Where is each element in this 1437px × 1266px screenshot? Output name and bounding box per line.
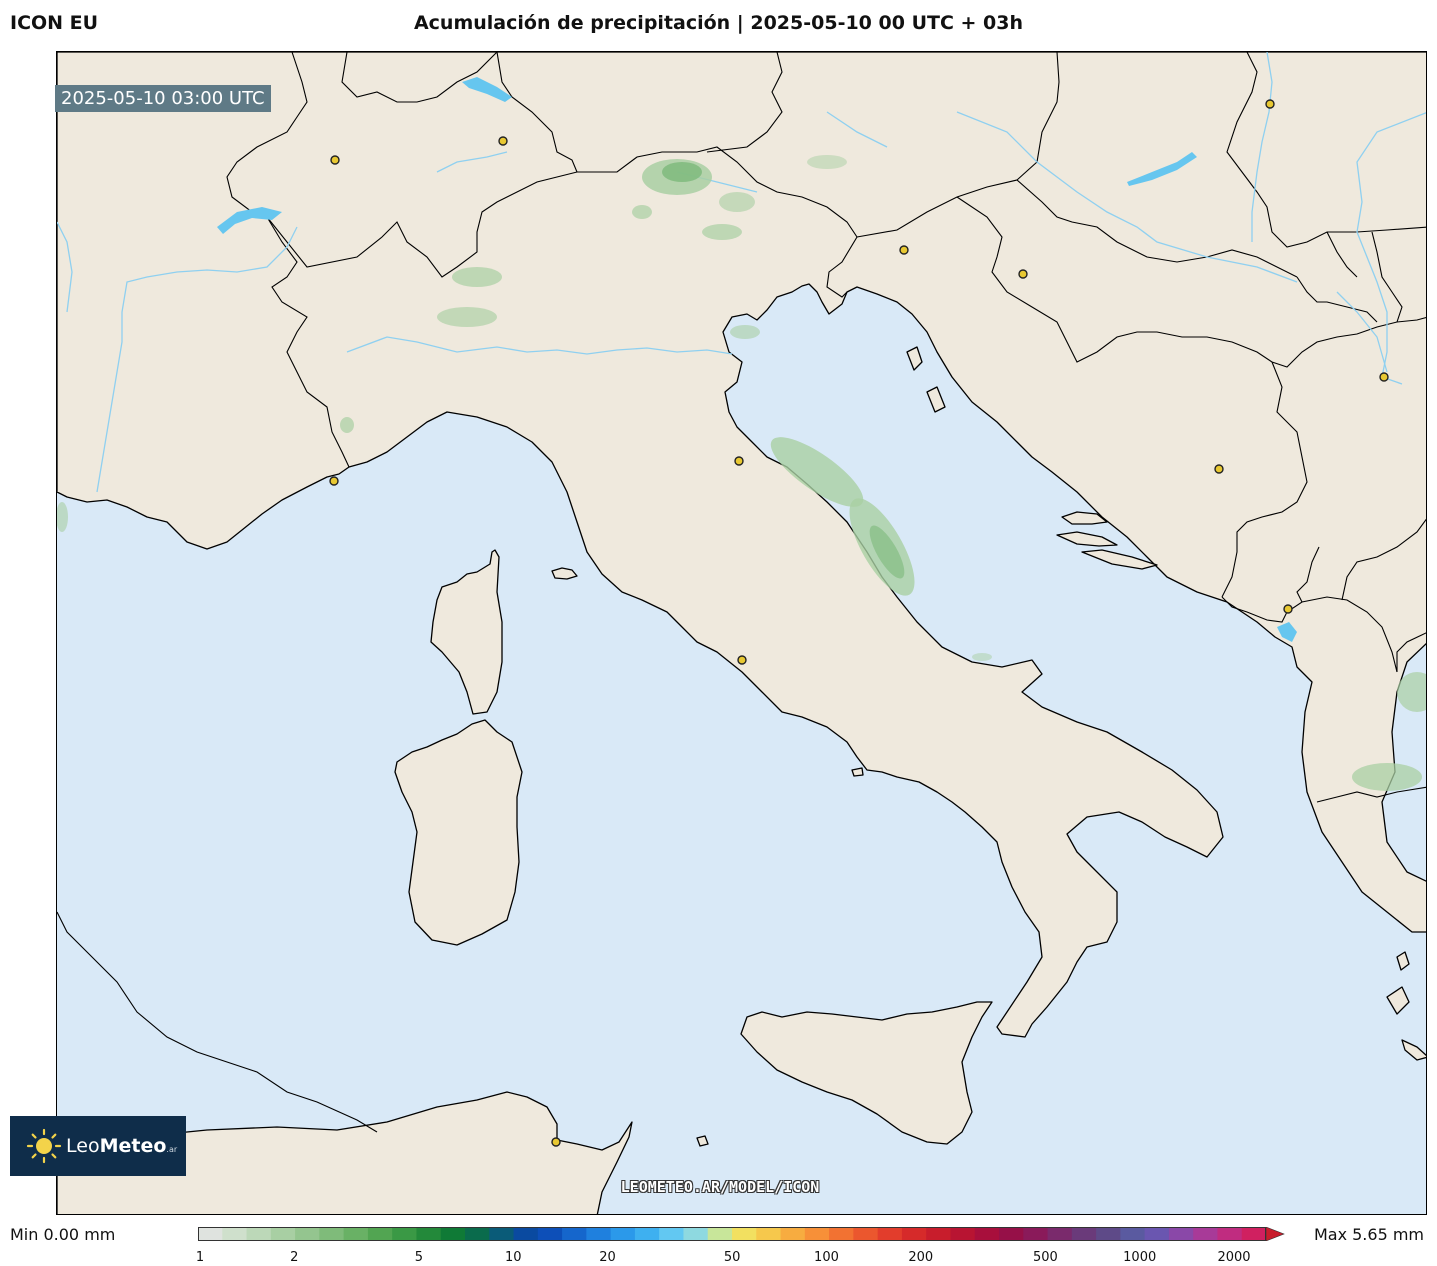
colorbar-cell bbox=[246, 1227, 272, 1241]
colorbar bbox=[198, 1227, 1285, 1241]
colorbar-tick-label: 500 bbox=[1032, 1250, 1058, 1265]
colorbar-cell bbox=[489, 1227, 515, 1241]
colorbar-cell bbox=[780, 1227, 806, 1241]
colorbar-cell bbox=[513, 1227, 539, 1241]
colorbar-cell bbox=[1217, 1227, 1243, 1241]
colorbar-cell bbox=[1120, 1227, 1146, 1241]
colorbar-cell bbox=[416, 1227, 442, 1241]
colorbar-cell bbox=[367, 1227, 393, 1241]
colorbar-cell bbox=[1168, 1227, 1194, 1241]
colorbar-cell bbox=[343, 1227, 369, 1241]
map-title: Acumulación de precipitación | 2025-05-1… bbox=[413, 12, 1024, 34]
colorbar-cell bbox=[999, 1227, 1024, 1241]
dalmatian-island-2 bbox=[1056, 531, 1118, 547]
colorbar-tick-label: 50 bbox=[723, 1250, 741, 1265]
colorbar-cell bbox=[319, 1227, 345, 1241]
city-marker bbox=[734, 456, 744, 466]
corsica bbox=[430, 549, 503, 715]
colorbar-cell bbox=[1071, 1227, 1097, 1241]
malta-island bbox=[696, 1135, 709, 1147]
colorbar-cell bbox=[270, 1227, 296, 1241]
city-marker bbox=[498, 136, 508, 146]
colorbar-cell bbox=[1047, 1227, 1073, 1241]
colorbar-tick-label: 5 bbox=[414, 1250, 424, 1265]
greek-island-3 bbox=[1401, 1039, 1426, 1061]
city-marker bbox=[899, 245, 909, 255]
colorbar-cell bbox=[392, 1227, 418, 1241]
leometeo-logo: LeoMeteo.ar bbox=[10, 1116, 186, 1176]
watermark-url: LEOMETEO.AR/MODEL/ICON bbox=[620, 1178, 820, 1196]
colorbar-cell bbox=[659, 1227, 685, 1241]
colorbar-tick-label: 20 bbox=[599, 1250, 616, 1265]
croatia-island-2 bbox=[926, 386, 946, 413]
city-marker bbox=[1265, 99, 1275, 109]
colorbar-cell bbox=[440, 1227, 466, 1241]
colorbar-tick-label: 2000 bbox=[1217, 1250, 1251, 1265]
map-panel bbox=[56, 51, 1427, 1215]
colorbar-cell bbox=[1193, 1227, 1219, 1241]
colorbar-cell bbox=[1096, 1227, 1121, 1241]
colorbar-cell bbox=[1144, 1227, 1170, 1241]
colorbar-cell bbox=[974, 1227, 1000, 1241]
colorbar-cell bbox=[1241, 1227, 1267, 1241]
colorbar-cell bbox=[756, 1227, 782, 1241]
colorbar-cell bbox=[610, 1227, 636, 1241]
colorbar-cell bbox=[877, 1227, 903, 1241]
colorbar-tick-label: 10 bbox=[504, 1250, 522, 1265]
valid-time-label: 2025-05-10 03:00 UTC bbox=[55, 85, 271, 112]
sardinia bbox=[394, 719, 523, 946]
colorbar-cell bbox=[222, 1227, 248, 1241]
colorbar-max-label: Max 5.65 mm bbox=[1313, 1225, 1424, 1244]
land-layer bbox=[57, 52, 1426, 1214]
colorbar-cell bbox=[950, 1227, 976, 1241]
colorbar-cell bbox=[829, 1227, 854, 1241]
city-marker bbox=[1214, 464, 1224, 474]
colorbar-cell bbox=[901, 1227, 927, 1241]
precipitation-map bbox=[57, 52, 1426, 1214]
city-marker bbox=[1379, 372, 1389, 382]
colorbar-tick-label: 1000 bbox=[1123, 1250, 1157, 1265]
logo-text: LeoMeteo.ar bbox=[66, 1135, 178, 1157]
croatia-island-1 bbox=[906, 346, 923, 371]
sun-icon bbox=[26, 1128, 62, 1164]
greek-island-2 bbox=[1386, 986, 1410, 1015]
colorbar-cell bbox=[707, 1227, 733, 1241]
colorbar-tick-label: 1 bbox=[195, 1250, 205, 1265]
colorbar-cell bbox=[926, 1227, 952, 1241]
sicily bbox=[740, 1001, 993, 1145]
greek-island-1 bbox=[1396, 951, 1410, 971]
colorbar-cell bbox=[465, 1227, 490, 1241]
colorbar-min-label: Min 0.00 mm bbox=[10, 1225, 116, 1244]
city-marker bbox=[329, 476, 339, 486]
colorbar-cell bbox=[537, 1227, 563, 1241]
colorbar-cell bbox=[586, 1227, 612, 1241]
colorbar-tick-label: 100 bbox=[814, 1250, 839, 1265]
city-marker bbox=[1283, 604, 1293, 614]
city-marker bbox=[330, 155, 340, 165]
city-marker bbox=[551, 1137, 561, 1147]
colorbar-extend-arrow bbox=[1265, 1227, 1285, 1241]
colorbar-cell bbox=[1023, 1227, 1049, 1241]
aeolian-island bbox=[851, 767, 864, 777]
colorbar-tick-label: 200 bbox=[908, 1250, 934, 1265]
colorbar-tick-label: 2 bbox=[290, 1250, 299, 1265]
colorbar-cell bbox=[804, 1227, 830, 1241]
city-marker bbox=[737, 655, 747, 665]
elba-island bbox=[551, 567, 578, 580]
colorbar-cell bbox=[198, 1227, 223, 1241]
colorbar-cell bbox=[732, 1227, 757, 1241]
colorbar-cell bbox=[853, 1227, 879, 1241]
colorbar-ticks: 1 2 5 10 20 50 100 200 500 1000 2000 bbox=[0, 1250, 1437, 1266]
colorbar-cell bbox=[683, 1227, 709, 1241]
city-marker bbox=[1018, 269, 1028, 279]
colorbar-cell bbox=[295, 1227, 320, 1241]
colorbar-cell bbox=[562, 1227, 587, 1241]
colorbar-cell bbox=[634, 1227, 660, 1241]
